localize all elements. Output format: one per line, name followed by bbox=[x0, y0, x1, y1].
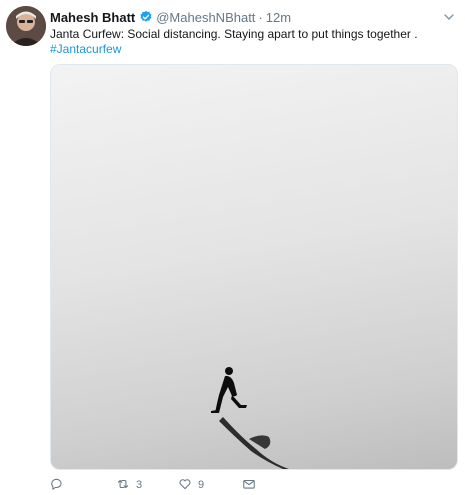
reply-button[interactable] bbox=[50, 477, 116, 494]
tweet-header: Mahesh Bhatt @MaheshNBhatt · 12m bbox=[50, 8, 451, 26]
chevron-down-icon[interactable] bbox=[443, 10, 455, 22]
retweet-button[interactable]: 3 bbox=[116, 477, 178, 494]
tweet-timestamp[interactable]: 12m bbox=[266, 10, 291, 25]
hashtag-link[interactable]: #Jantacurfew bbox=[50, 42, 450, 57]
author-handle[interactable]: @MaheshNBhatt bbox=[156, 10, 255, 25]
tweet-actions: 3 9 bbox=[50, 476, 256, 494]
separator-dot: · bbox=[258, 9, 263, 25]
tweet-body: Janta Curfew: Social distancing. Staying… bbox=[50, 27, 418, 41]
direct-message-button[interactable] bbox=[242, 477, 256, 494]
like-count: 9 bbox=[198, 479, 205, 491]
tweet-text: Janta Curfew: Social distancing. Staying… bbox=[50, 27, 450, 57]
envelope-icon bbox=[242, 477, 256, 494]
retweet-icon bbox=[116, 477, 130, 494]
heart-icon bbox=[178, 477, 192, 494]
tweet-media-image[interactable] bbox=[50, 64, 458, 470]
reply-icon bbox=[50, 477, 64, 494]
retweet-count: 3 bbox=[136, 479, 143, 491]
verified-badge-icon bbox=[139, 10, 153, 24]
tweet[interactable]: Mahesh Bhatt @MaheshNBhatt · 12m Janta C… bbox=[0, 0, 465, 495]
author-name[interactable]: Mahesh Bhatt bbox=[50, 10, 135, 25]
avatar[interactable] bbox=[6, 6, 46, 46]
like-button[interactable]: 9 bbox=[178, 477, 242, 494]
